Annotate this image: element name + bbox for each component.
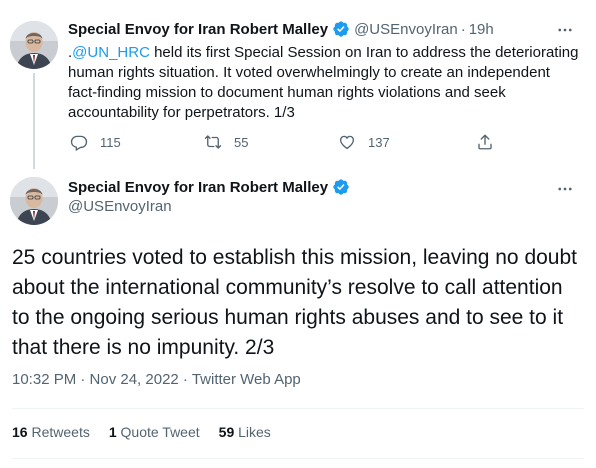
tweet-actions: 115 55 137 bbox=[68, 133, 498, 155]
avatar[interactable] bbox=[10, 177, 58, 225]
retweets-count: 16 bbox=[12, 424, 28, 440]
tweet1-header: Special Envoy for Iran Robert Malley @US… bbox=[68, 20, 494, 38]
divider bbox=[12, 408, 584, 409]
reply-count: 115 bbox=[100, 134, 121, 150]
likes-label: Likes bbox=[238, 424, 271, 440]
handle[interactable]: @USEnvoyIran bbox=[68, 198, 172, 215]
verified-badge-icon bbox=[332, 20, 350, 38]
retweet-icon bbox=[204, 135, 222, 149]
more-icon[interactable] bbox=[554, 178, 576, 200]
like-button[interactable]: 137 bbox=[338, 133, 390, 151]
share-icon bbox=[478, 134, 492, 150]
tweet-text: 25 countries voted to establish this mis… bbox=[12, 246, 578, 359]
retweet-button[interactable]: 55 bbox=[204, 133, 248, 151]
like-count: 137 bbox=[368, 134, 390, 150]
tweet-text: .@UN_HRC held its first Special Session … bbox=[68, 43, 583, 123]
reply-button[interactable]: 115 bbox=[70, 133, 121, 151]
avatar-photo bbox=[10, 177, 58, 225]
retweets-label: Retweets bbox=[31, 424, 90, 440]
likes-count: 59 bbox=[218, 424, 235, 440]
quote-tweets-stat[interactable]: 1 Quote Tweet bbox=[109, 424, 200, 440]
display-name[interactable]: Special Envoy for Iran Robert Malley bbox=[68, 179, 328, 196]
avatar-photo bbox=[10, 21, 58, 69]
share-button[interactable] bbox=[476, 133, 494, 151]
tweet2-header: Special Envoy for Iran Robert Malley bbox=[68, 178, 354, 196]
quotes-label: Quote Tweet bbox=[120, 424, 200, 440]
display-name[interactable]: Special Envoy for Iran Robert Malley bbox=[68, 21, 328, 38]
timestamp[interactable]: 19h bbox=[469, 21, 494, 38]
reply-icon bbox=[70, 135, 88, 151]
avatar[interactable] bbox=[10, 21, 58, 69]
likes-stat[interactable]: 59 Likes bbox=[219, 424, 271, 440]
engagement-stats: 16 Retweets 1 Quote Tweet 59 Likes bbox=[12, 424, 290, 440]
retweets-stat[interactable]: 16 Retweets bbox=[12, 424, 90, 440]
retweet-count: 55 bbox=[234, 134, 249, 150]
tweet-timestamp-source[interactable]: 10:32 PM · Nov 24, 2022 · Twitter Web Ap… bbox=[12, 371, 301, 388]
thread-connector-line bbox=[33, 73, 35, 169]
separator-dot: · bbox=[460, 20, 466, 38]
quotes-count: 1 bbox=[108, 424, 117, 440]
mention-link[interactable]: @UN_HRC bbox=[72, 44, 150, 61]
handle[interactable]: @USEnvoyIran bbox=[354, 21, 458, 38]
verified-badge-icon bbox=[332, 178, 350, 196]
heart-icon bbox=[339, 135, 355, 150]
divider bbox=[12, 458, 584, 459]
more-icon[interactable] bbox=[554, 19, 576, 41]
